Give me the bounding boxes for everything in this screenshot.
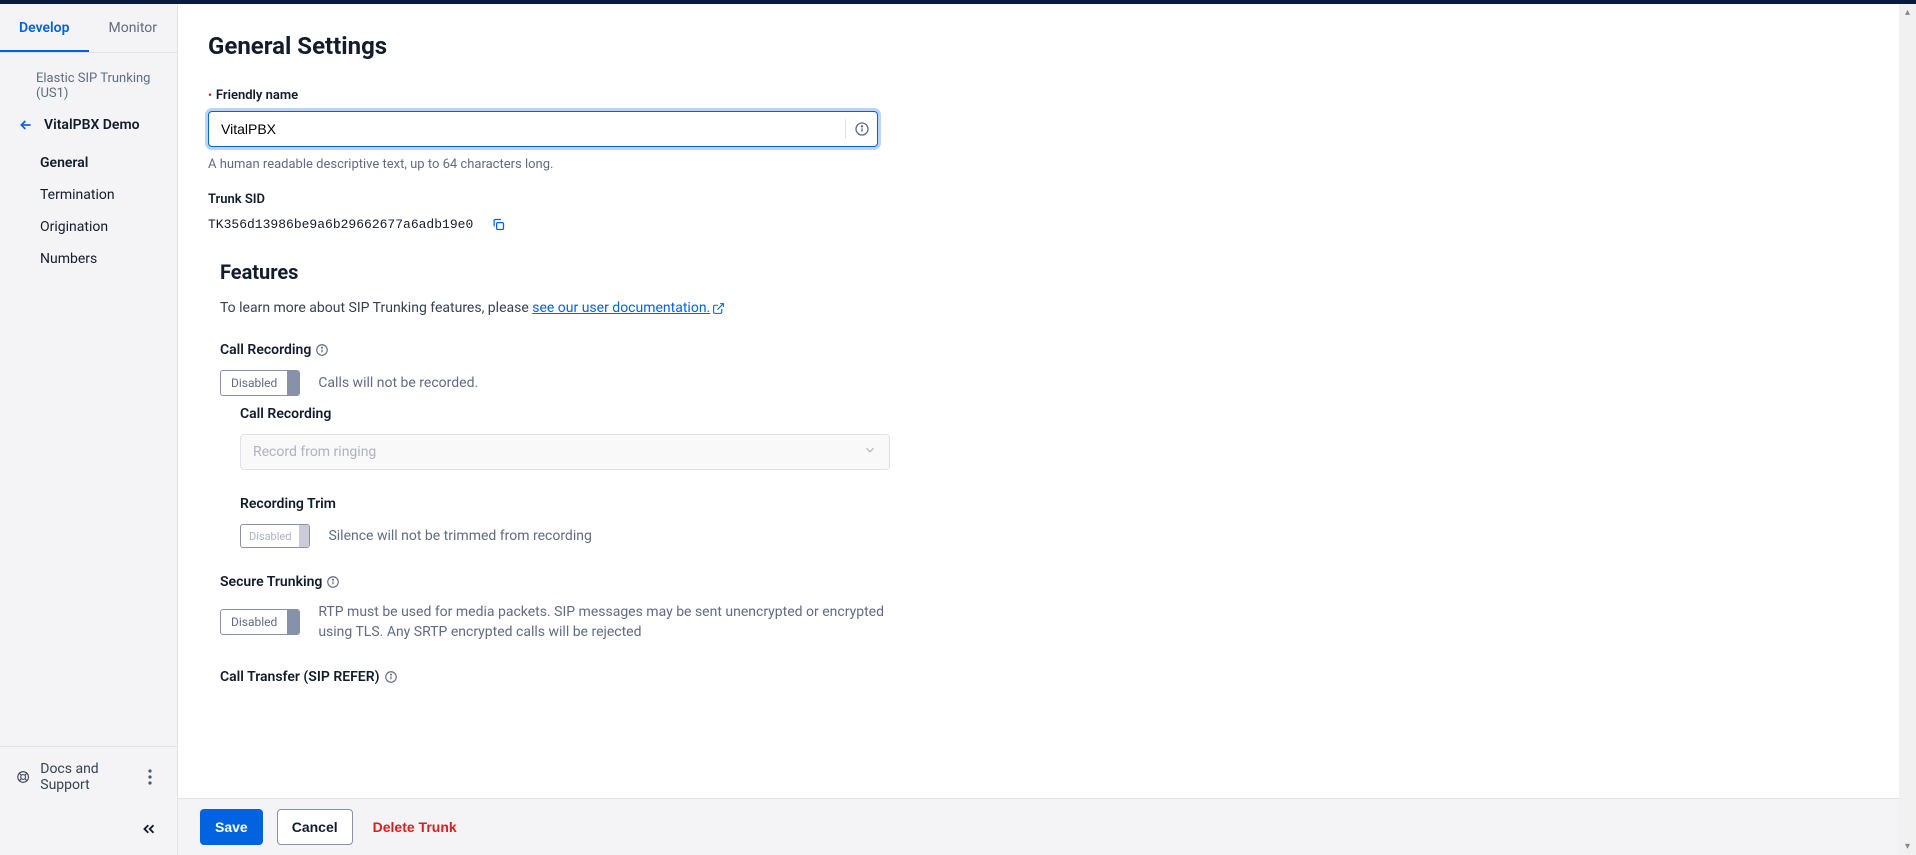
chevron-down-icon xyxy=(863,443,877,461)
toggle-state-label: Disabled xyxy=(241,530,299,543)
kebab-icon xyxy=(148,769,152,785)
external-link-icon xyxy=(712,302,725,315)
trunk-sid-value: TK356d13986be9a6b29662677a6adb19e0 xyxy=(208,217,473,232)
sidebar-more-menu[interactable] xyxy=(139,765,161,789)
delete-trunk-button[interactable]: Delete Trunk xyxy=(367,809,463,845)
copy-icon xyxy=(491,217,506,232)
call-recording-feature: Call Recording Disabled Calls will not b… xyxy=(220,342,1869,548)
call-transfer-feature: Call Transfer (SIP REFER) xyxy=(220,669,1869,685)
features-title: Features xyxy=(208,260,1869,284)
cancel-button[interactable]: Cancel xyxy=(277,809,353,845)
info-icon xyxy=(384,670,398,684)
call-recording-toggle[interactable]: Disabled xyxy=(220,370,300,396)
recording-trim-desc: Silence will not be trimmed from recordi… xyxy=(328,526,591,546)
scroll-down-arrow[interactable]: ▾ xyxy=(1899,838,1916,855)
docs-label: Docs and Support xyxy=(40,761,139,793)
toggle-knob xyxy=(299,525,309,547)
recording-trim-toggle: Disabled xyxy=(240,524,310,548)
call-recording-mode-label: Call Recording xyxy=(240,406,890,422)
call-transfer-label: Call Transfer (SIP REFER) xyxy=(220,669,380,685)
call-transfer-info[interactable] xyxy=(384,670,398,684)
action-bar: Save Cancel Delete Trunk xyxy=(178,798,1899,855)
learn-prefix: To learn more about SIP Trunking feature… xyxy=(220,300,532,316)
friendly-name-label: Friendly name xyxy=(216,88,298,103)
sidebar-item-origination[interactable]: Origination xyxy=(0,211,177,243)
call-recording-info[interactable] xyxy=(315,343,329,357)
features-learn-text: To learn more about SIP Trunking feature… xyxy=(220,300,1869,316)
save-button[interactable]: Save xyxy=(200,809,263,845)
recording-trim-field: Recording Trim Disabled Silence will not… xyxy=(240,496,890,548)
sidebar-group-label: Elastic SIP Trunking (US1) xyxy=(0,53,177,109)
sidebar-tabs: Develop Monitor xyxy=(0,4,177,53)
docs-and-support[interactable]: Docs and Support xyxy=(16,761,139,793)
toggle-state-label: Disabled xyxy=(221,376,287,390)
toggle-knob xyxy=(287,610,299,634)
sidebar-item-numbers[interactable]: Numbers xyxy=(0,243,177,275)
page-title: General Settings xyxy=(208,32,1869,60)
sidebar-item-general[interactable]: General xyxy=(0,147,177,179)
vertical-scrollbar[interactable]: ▴ ▾ xyxy=(1899,4,1916,855)
info-icon xyxy=(854,121,870,137)
friendly-name-field: • Friendly name A human readable descrip… xyxy=(208,88,878,172)
secure-trunking-feature: Secure Trunking Disabled RTP must be use… xyxy=(220,574,1869,643)
secure-trunking-info[interactable] xyxy=(326,575,340,589)
sidebar-back[interactable]: VitalPBX Demo xyxy=(0,109,177,141)
info-icon xyxy=(326,575,340,589)
friendly-name-info[interactable] xyxy=(845,119,870,139)
sidebar-back-label: VitalPBX Demo xyxy=(44,117,140,133)
collapse-sidebar-button[interactable] xyxy=(137,817,161,841)
documentation-link[interactable]: see our user documentation. xyxy=(532,300,710,316)
scroll-up-arrow[interactable]: ▴ xyxy=(1899,4,1916,21)
copy-sid-button[interactable] xyxy=(491,217,506,232)
call-recording-desc: Calls will not be recorded. xyxy=(318,373,478,393)
secure-trunking-toggle[interactable]: Disabled xyxy=(220,609,300,635)
call-recording-mode-select: Record from ringing xyxy=(240,434,890,470)
chevrons-left-icon xyxy=(140,820,158,838)
friendly-name-input[interactable] xyxy=(208,111,878,147)
toggle-knob xyxy=(287,371,299,395)
secure-trunking-desc: RTP must be used for media packets. SIP … xyxy=(318,602,888,643)
recording-trim-label: Recording Trim xyxy=(240,496,890,512)
toggle-state-label: Disabled xyxy=(221,615,287,629)
tab-develop[interactable]: Develop xyxy=(0,4,89,52)
trunk-sid-label: Trunk SID xyxy=(208,192,878,207)
select-value: Record from ringing xyxy=(253,444,376,460)
friendly-name-help: A human readable descriptive text, up to… xyxy=(208,157,878,172)
tab-monitor[interactable]: Monitor xyxy=(89,4,178,52)
trunk-sid-field: Trunk SID TK356d13986be9a6b29662677a6adb… xyxy=(208,192,878,232)
secure-trunking-label: Secure Trunking xyxy=(220,574,322,590)
required-indicator: • xyxy=(208,90,212,101)
lifebuoy-icon xyxy=(16,769,30,785)
main-content: General Settings • Friendly name A human… xyxy=(178,4,1899,855)
arrow-left-icon xyxy=(18,117,34,133)
call-recording-label: Call Recording xyxy=(220,342,311,358)
sidebar: Develop Monitor Elastic SIP Trunking (US… xyxy=(0,4,178,855)
sidebar-item-termination[interactable]: Termination xyxy=(0,179,177,211)
info-icon xyxy=(315,343,329,357)
call-recording-mode-field: Call Recording Record from ringing xyxy=(240,406,890,470)
